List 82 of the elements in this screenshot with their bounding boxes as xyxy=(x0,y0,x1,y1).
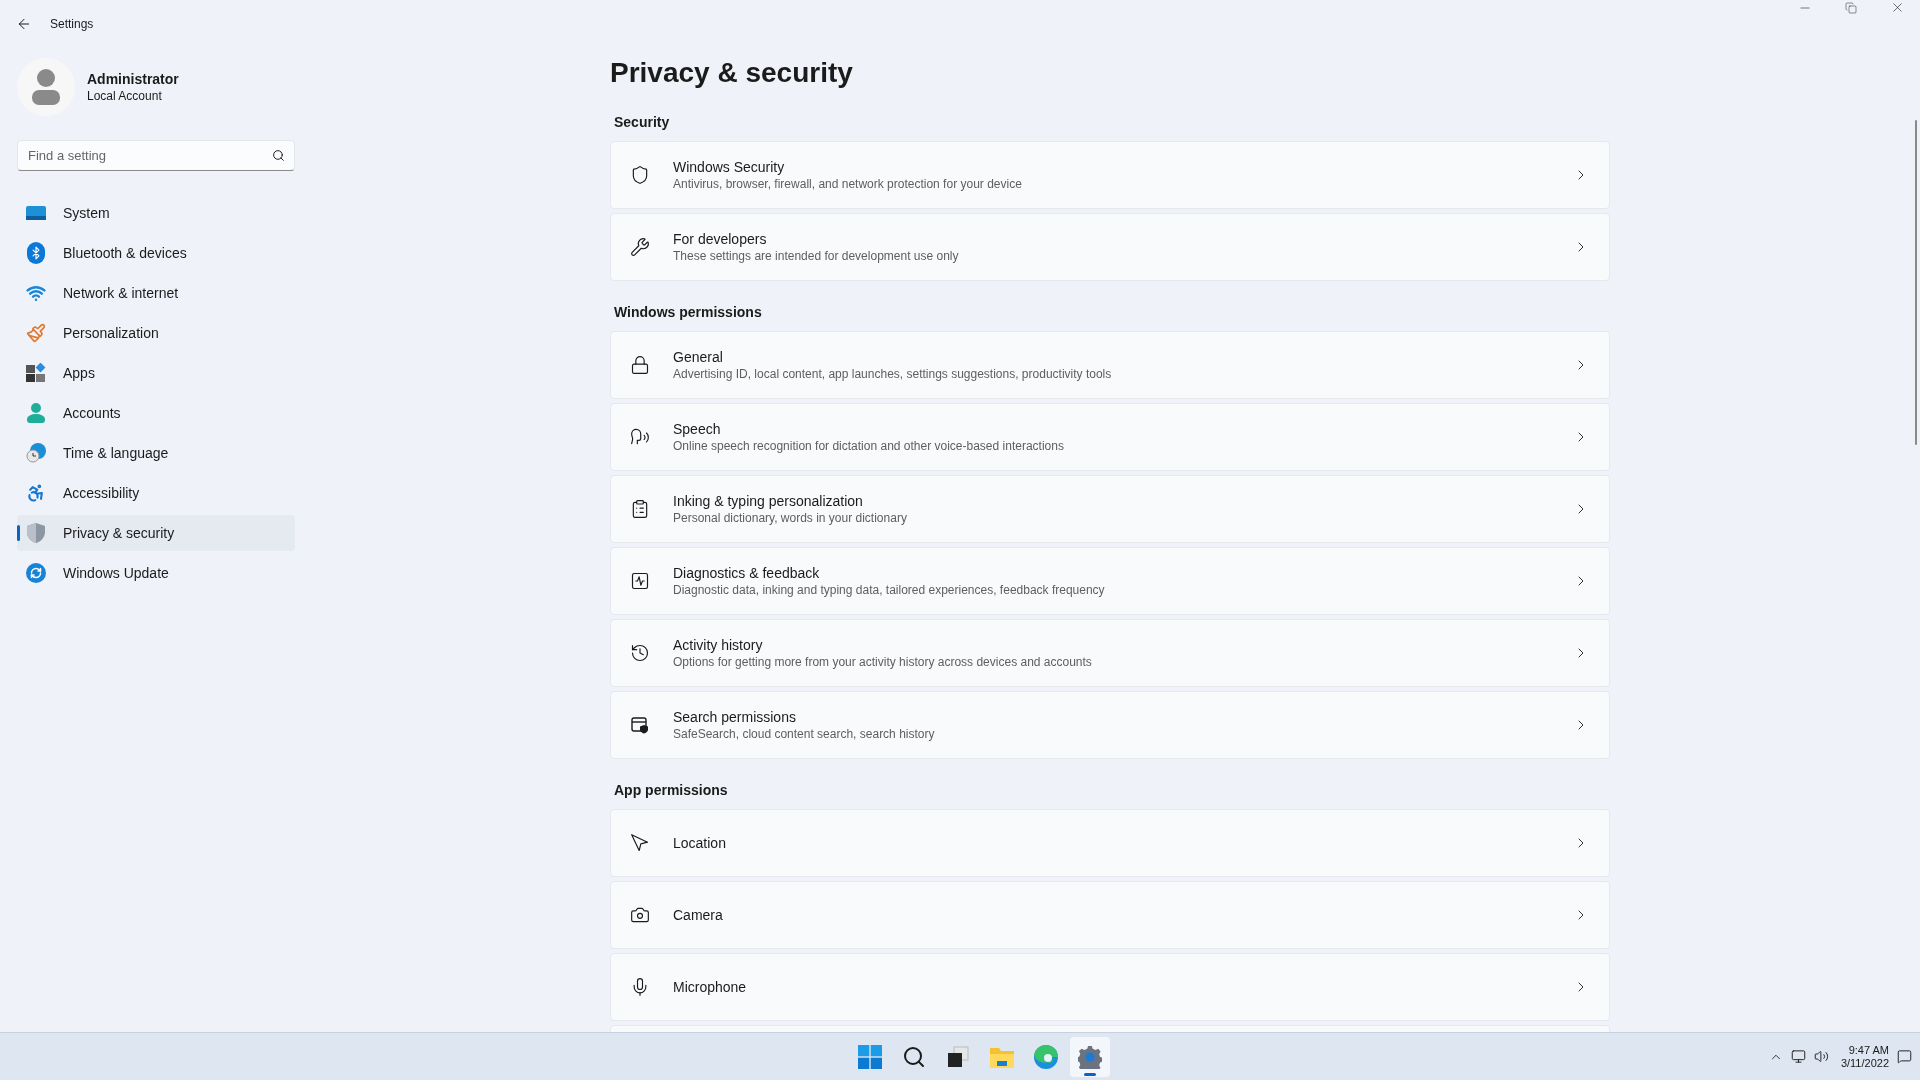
window-title: Settings xyxy=(50,16,94,33)
person-icon xyxy=(27,403,45,423)
folder-icon xyxy=(990,1045,1014,1068)
settings-card[interactable]: Activity history Options for getting more from your activity history across devices and accounts xyxy=(610,619,1610,687)
location-arrow-icon xyxy=(630,833,650,853)
section-heading: Windows permissions xyxy=(614,303,763,321)
paintbrush-icon xyxy=(26,323,46,343)
settings-card[interactable]: Search permissions SafeSearch, cloud content search, search history xyxy=(610,691,1610,759)
clock-time: 9:47 AM xyxy=(1848,1043,1889,1057)
nav-item[interactable]: Bluetooth & devices xyxy=(17,235,295,271)
settings-card[interactable]: General Advertising ID, local content, app launches, settings suggestions, productivity tools xyxy=(610,331,1610,399)
card-description: SafeSearch, cloud content search, search history xyxy=(673,726,936,742)
wrench-icon xyxy=(630,237,650,257)
nav-item[interactable]: Time & language xyxy=(17,435,295,471)
settings-card[interactable]: Diagnostics & feedback Diagnostic data, inking and typing data, tailored experiences, feedback frequency xyxy=(610,547,1610,615)
clipboard-icon xyxy=(630,499,650,519)
card-description: Advertising ID, local content, app launches, settings suggestions, productivity tools xyxy=(673,366,1113,382)
gear-icon xyxy=(1078,1044,1102,1069)
card-title: General xyxy=(673,348,724,366)
page-title: Privacy & security xyxy=(610,56,854,90)
settings-card[interactable]: Speech Online speech recognition for dictation and other voice-based interactions xyxy=(610,403,1610,471)
selection-indicator xyxy=(17,525,20,541)
search-icon xyxy=(272,149,285,162)
volume-icon[interactable] xyxy=(1813,1049,1829,1064)
settings-card[interactable]: Microphone xyxy=(610,953,1610,1021)
windows-logo-icon xyxy=(858,1044,882,1069)
pulse-icon xyxy=(630,571,650,591)
wifi-icon xyxy=(26,283,46,303)
card-description: Personal dictionary, words in your dictionary xyxy=(673,510,908,526)
nav-item[interactable]: Apps xyxy=(17,355,295,391)
nav-item[interactable]: Privacy & security xyxy=(17,515,295,551)
card-title: Diagnostics & feedback xyxy=(673,564,821,582)
card-title: Windows Security xyxy=(673,158,786,176)
account-type: Local Account xyxy=(87,88,163,104)
task-view-icon xyxy=(947,1045,969,1068)
lock-icon xyxy=(630,355,650,375)
nav-item[interactable]: Windows Update xyxy=(17,555,295,591)
nav-item[interactable]: System xyxy=(17,195,295,231)
user-name: Administrator xyxy=(87,70,179,88)
section-heading: Security xyxy=(614,113,671,131)
card-title: Microphone xyxy=(673,978,748,996)
card-description: Diagnostic data, inking and typing data, tailored experiences, feedback frequency xyxy=(673,582,1106,598)
accessibility-icon xyxy=(26,483,46,503)
history-icon xyxy=(630,643,650,663)
card-description: Antivirus, browser, firewall, and network protection for your device xyxy=(673,176,1023,192)
globe-clock-icon xyxy=(25,442,47,464)
monitor-icon xyxy=(26,205,46,221)
card-description: Options for getting more from your activity history across devices and accounts xyxy=(673,654,1093,670)
card-title: Location xyxy=(673,834,727,852)
card-description: These settings are intended for development use only xyxy=(673,248,960,264)
settings-card[interactable]: Windows Security Antivirus, browser, firewall, and network protection for your device xyxy=(610,141,1610,209)
search-icon xyxy=(902,1044,926,1069)
settings-card[interactable]: For developers These settings are intended for development use only xyxy=(610,213,1610,281)
card-title: Search permissions xyxy=(673,708,797,726)
search-field[interactable]: Find a setting xyxy=(17,140,295,171)
browser-icon xyxy=(1034,1044,1058,1069)
nav-item[interactable]: Accounts xyxy=(17,395,295,431)
settings-card[interactable]: Inking & typing personalization Personal dictionary, words in your dictionary xyxy=(610,475,1610,543)
settings-card[interactable]: Camera xyxy=(610,881,1610,949)
card-title: For developers xyxy=(673,230,768,248)
card-title: Inking & typing personalization xyxy=(673,492,864,510)
camera-icon xyxy=(630,905,650,925)
update-icon xyxy=(26,563,46,583)
shield-icon xyxy=(630,165,650,185)
window-shield-icon xyxy=(630,715,650,735)
clock-date: 3/11/2022 xyxy=(1840,1056,1889,1070)
card-title: Activity history xyxy=(673,636,764,654)
card-description: Online speech recognition for dictation and other voice-based interactions xyxy=(673,438,1065,454)
card-title: Camera xyxy=(673,906,724,924)
shield-icon xyxy=(27,523,45,543)
apps-icon xyxy=(26,363,46,383)
speech-icon xyxy=(630,427,650,447)
nav-item[interactable]: Accessibility xyxy=(17,475,295,511)
settings-card[interactable]: Location xyxy=(610,809,1610,877)
active-indicator xyxy=(1084,1072,1096,1076)
section-heading: App permissions xyxy=(614,781,729,799)
notification-icon[interactable] xyxy=(1897,1049,1912,1064)
bluetooth-icon xyxy=(27,242,45,264)
nav-item[interactable]: Personalization xyxy=(17,315,295,351)
network-icon[interactable] xyxy=(1790,1049,1806,1064)
nav-item[interactable]: Network & internet xyxy=(17,275,295,311)
card-title: Speech xyxy=(673,420,722,438)
